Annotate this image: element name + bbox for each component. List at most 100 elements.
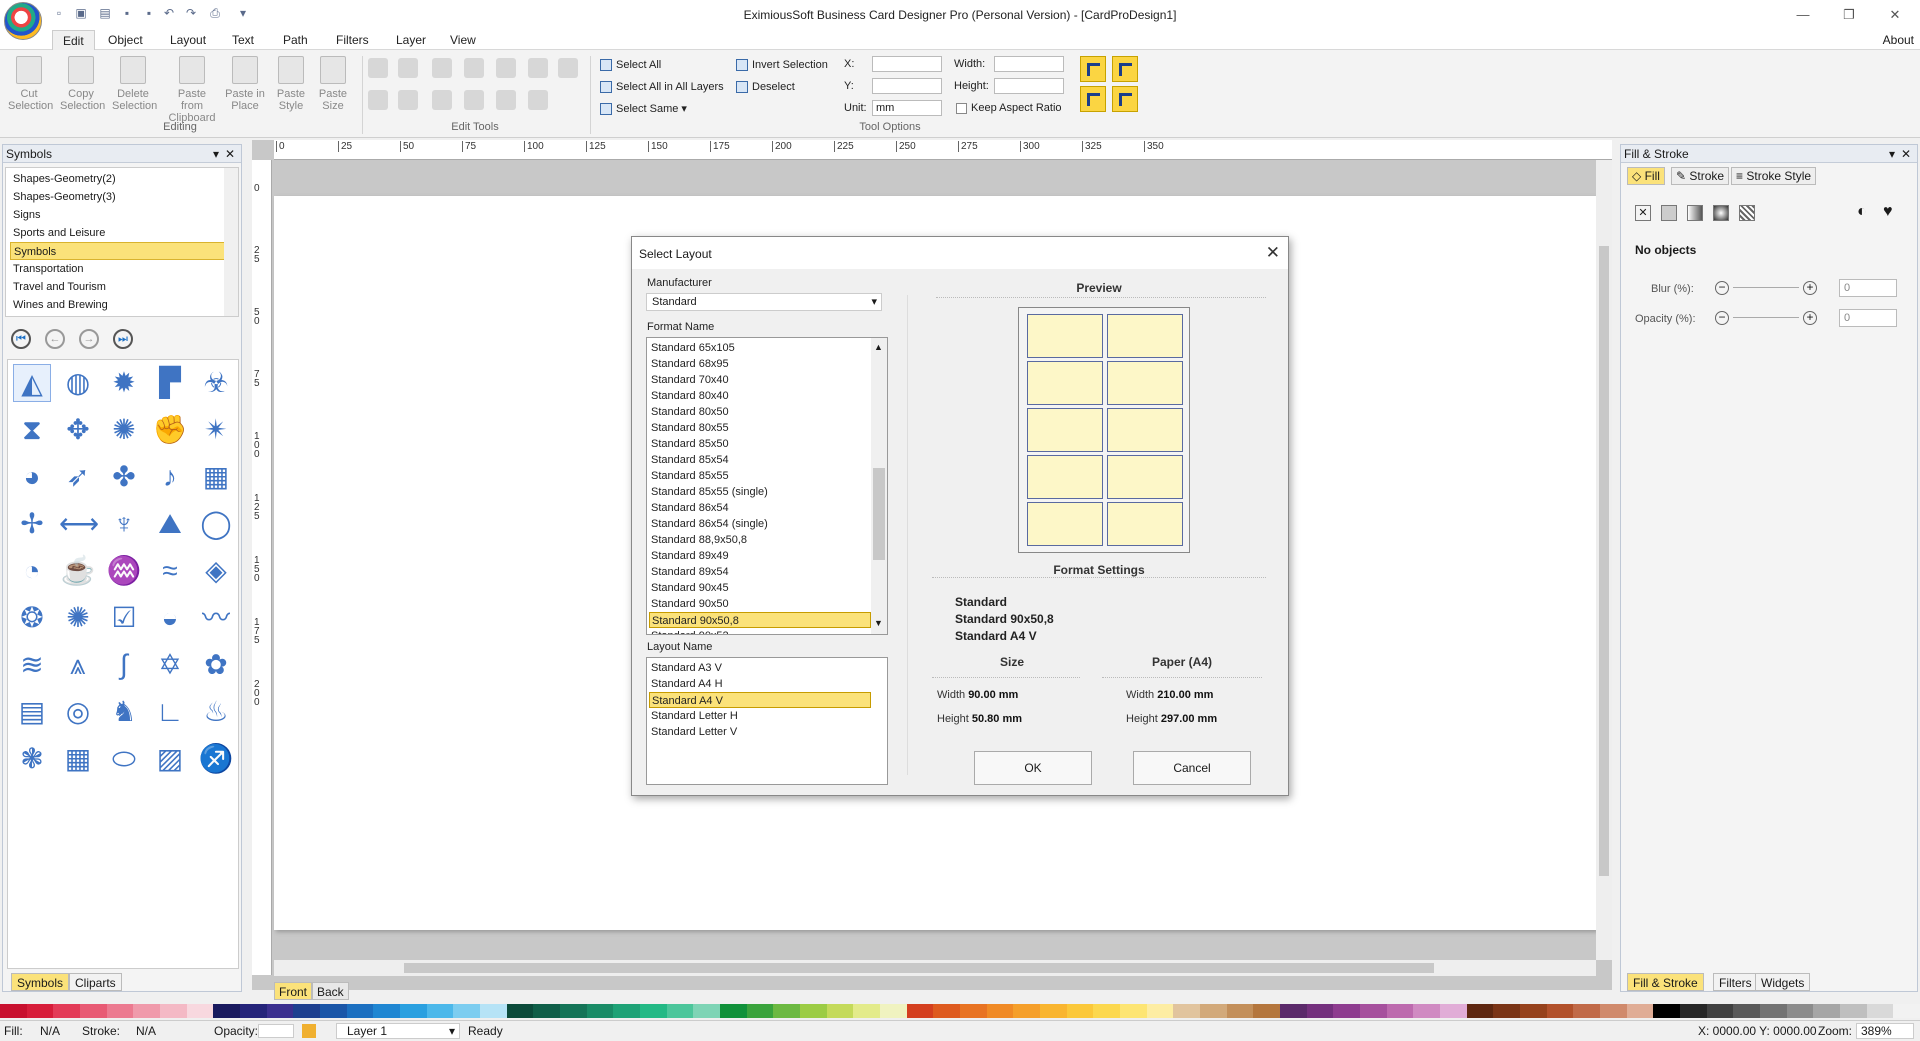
unit-select[interactable]: mm [872,100,942,116]
color-swatch[interactable] [1706,1004,1734,1018]
node-tool-icon[interactable] [398,58,418,78]
tab-view[interactable]: View [440,30,486,50]
format-item-selected[interactable]: Standard 90x50,8 [649,612,871,628]
color-swatch[interactable] [80,1004,108,1018]
color-swatch[interactable] [1520,1004,1548,1018]
deselect-button[interactable]: Deselect [736,78,795,96]
lasso-tool-icon[interactable] [528,58,548,78]
tab-path[interactable]: Path [273,30,318,50]
color-swatch[interactable] [1760,1004,1788,1018]
symbol-item[interactable]: ◎ [59,693,97,731]
color-swatch[interactable] [773,1004,801,1018]
color-swatch[interactable] [960,1004,988,1018]
color-swatch[interactable] [1146,1004,1174,1018]
spray-tool-icon[interactable] [398,90,418,110]
symbol-item[interactable]: ☣ [197,364,235,402]
pencil-tool-icon[interactable] [528,90,548,110]
align-bottom-left-icon[interactable] [1080,86,1106,112]
layout-list[interactable]: Standard A3 V Standard A4 H Standard A4 VS… [646,657,888,785]
pattern-icon[interactable] [1739,205,1755,221]
symbol-item[interactable]: ❂ [13,599,51,637]
list-item[interactable]: Shapes-Geometry(2) [10,170,228,188]
symbol-item[interactable]: ✿ [197,646,235,684]
symbol-item[interactable]: ✊ [151,411,189,449]
color-swatch[interactable] [853,1004,881,1018]
scroll-up-icon[interactable]: ▲ [874,342,883,352]
symbol-item[interactable]: ♆ [105,505,143,543]
x-input[interactable] [872,56,942,72]
color-swatch[interactable] [1386,1004,1414,1018]
color-swatch[interactable] [293,1004,321,1018]
ok-button[interactable]: OK [974,751,1092,785]
symbol-item[interactable]: ⩓ [59,646,97,684]
panel-close-icon[interactable]: ✕ [1901,145,1911,163]
color-swatch[interactable] [1866,1004,1894,1018]
color-swatch[interactable] [826,1004,854,1018]
tab-fill[interactable]: ◇ Fill [1627,167,1665,185]
color-swatch[interactable] [1626,1004,1654,1018]
opacity-input[interactable]: 0 [1839,309,1897,327]
layout-item[interactable]: Standard A4 H [649,676,871,692]
flat-color-icon[interactable] [1661,205,1677,221]
color-swatch[interactable] [1786,1004,1814,1018]
select-tool-icon[interactable] [368,58,388,78]
symbol-item[interactable]: ⧗ [13,411,51,449]
symbol-item[interactable]: ⟷ [59,505,99,543]
last-page-icon[interactable]: ⏭ [113,329,133,349]
color-swatch[interactable] [1413,1004,1441,1018]
color-swatch[interactable] [160,1004,188,1018]
restore-icon[interactable]: ❐ [1834,4,1864,26]
color-swatch[interactable] [1120,1004,1148,1018]
color-swatch[interactable] [506,1004,534,1018]
color-swatch[interactable] [1600,1004,1628,1018]
keep-aspect-checkbox[interactable]: Keep Aspect Ratio [956,102,1062,114]
color-swatch[interactable] [1466,1004,1494,1018]
cut-button[interactable]: Cut Selection [8,56,53,112]
tab-text[interactable]: Text [222,30,264,50]
list-item-selected[interactable]: Symbols [10,242,228,260]
color-swatch[interactable] [373,1004,401,1018]
hscroll-thumb[interactable] [404,963,1434,973]
color-swatch[interactable] [1013,1004,1041,1018]
symbol-item[interactable]: ∟ [151,693,189,731]
symbol-item[interactable]: 〰 [197,599,235,637]
radial-gradient-icon[interactable] [1713,205,1729,221]
tab-filters[interactable]: Filters [326,30,379,50]
color-swatch[interactable] [1653,1004,1681,1018]
blur-input[interactable]: 0 [1839,279,1897,297]
color-swatch[interactable] [320,1004,348,1018]
symbol-item[interactable]: ≈ [151,552,189,590]
symbol-item[interactable]: ▨ [151,740,189,778]
cancel-button[interactable]: Cancel [1133,751,1251,785]
color-swatch[interactable] [693,1004,721,1018]
format-item[interactable]: Standard 85x55 (single) [649,484,871,500]
symbol-item[interactable]: ◍ [59,364,97,402]
select-same-button[interactable]: Select Same ▾ [600,100,687,118]
color-swatch[interactable] [640,1004,668,1018]
tab-back[interactable]: Back [312,982,349,1000]
align-bottom-right-icon[interactable] [1112,86,1138,112]
color-swatch[interactable] [533,1004,561,1018]
horizontal-scrollbar[interactable] [274,960,1596,976]
status-opacity-input[interactable] [258,1024,294,1038]
align-top-left-icon[interactable] [1080,56,1106,82]
color-swatch[interactable] [1306,1004,1334,1018]
format-item[interactable]: Standard 85x50 [649,436,871,452]
color-swatch[interactable] [1066,1004,1094,1018]
tab-object[interactable]: Object [98,30,153,50]
symbol-item[interactable]: ⬭ [105,740,143,778]
symbol-item[interactable]: ♒ [105,552,143,590]
blur-minus-icon[interactable]: − [1715,281,1729,295]
width-input[interactable] [994,56,1064,72]
tab-symbols[interactable]: Symbols [11,973,70,991]
color-swatch[interactable] [1280,1004,1308,1018]
format-item[interactable]: Standard 86x54 [649,500,871,516]
format-scroll-thumb[interactable] [873,468,885,560]
opacity-minus-icon[interactable]: − [1715,311,1729,325]
symbol-item[interactable]: ▛ [151,364,189,402]
height-input[interactable] [994,78,1064,94]
color-swatch[interactable] [266,1004,294,1018]
layer-select[interactable]: Layer 1 ▾ [336,1023,460,1039]
color-swatch[interactable] [1333,1004,1361,1018]
color-swatch[interactable] [906,1004,934,1018]
